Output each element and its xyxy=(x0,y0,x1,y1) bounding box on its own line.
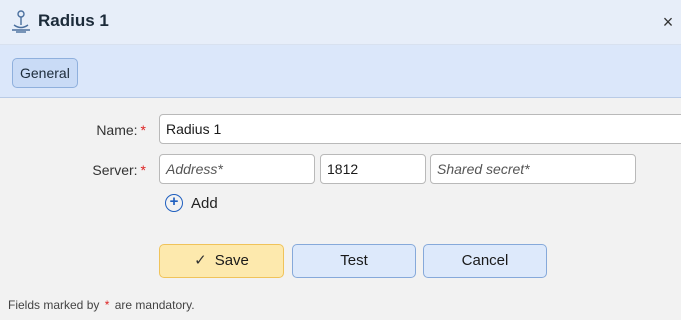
title-bar: Radius 1 × xyxy=(0,0,681,45)
mandatory-fields-note: Fields marked by * are mandatory. xyxy=(8,298,195,312)
cancel-button[interactable]: Cancel xyxy=(423,244,547,278)
radius-server-icon xyxy=(10,10,32,34)
plus-circle-icon: + xyxy=(165,194,183,212)
required-marker: * xyxy=(104,298,110,312)
name-field[interactable]: Radius 1 xyxy=(159,114,681,144)
dialog-title: Radius 1 xyxy=(38,11,109,30)
name-label: Name: * xyxy=(96,122,146,138)
required-marker: * xyxy=(140,122,146,138)
tab-general[interactable]: General xyxy=(12,58,78,88)
add-server-button[interactable]: + Add xyxy=(165,192,218,214)
tab-bar: General xyxy=(0,45,681,98)
port-field[interactable]: 1812 xyxy=(320,154,426,184)
save-button[interactable]: ✓ Save xyxy=(159,244,284,278)
checkmark-icon: ✓ xyxy=(194,252,207,269)
test-button[interactable]: Test xyxy=(292,244,416,278)
close-icon[interactable]: × xyxy=(658,12,678,32)
required-marker: * xyxy=(140,162,146,178)
shared-secret-field[interactable]: Shared secret* xyxy=(430,154,636,184)
server-label: Server: * xyxy=(92,162,146,178)
add-label: Add xyxy=(191,194,218,212)
radius-dialog: Radius 1 × General Name: * Radius 1 Serve… xyxy=(0,0,681,320)
address-field[interactable]: Address* xyxy=(159,154,315,184)
